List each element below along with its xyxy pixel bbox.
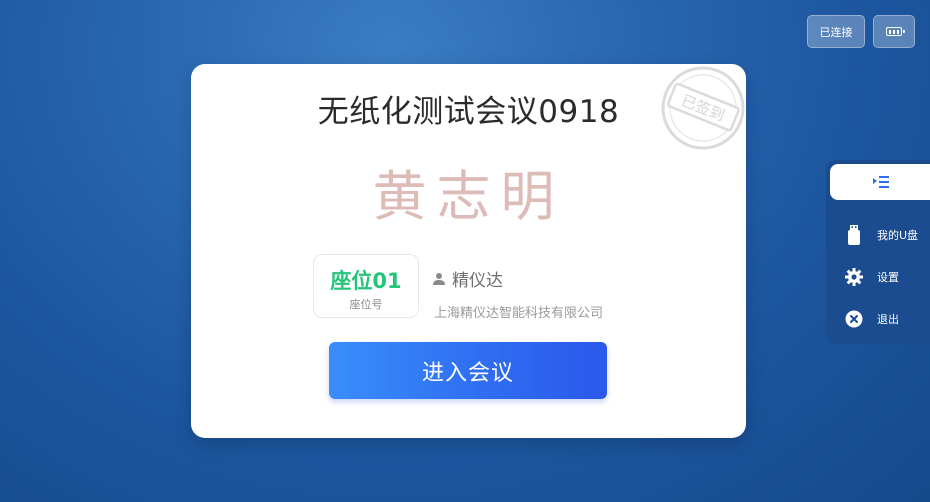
seat-number: 座位01 [330, 269, 402, 293]
gear-icon [843, 268, 865, 286]
battery-icon [886, 27, 905, 36]
battery-button[interactable] [873, 15, 915, 48]
menu-item-label: 我的U盘 [877, 229, 919, 242]
app-screen: 已连接 无纸化测试会议0918 已签到 黄志明 座位01 座位号 精仪达 上海精… [0, 0, 930, 502]
menu-item-label: 设置 [877, 271, 899, 284]
attendee-name: 精仪达 [452, 271, 503, 291]
menu-item-label: 退出 [877, 313, 899, 326]
menu-item-logout[interactable]: 退出 [826, 304, 930, 334]
menu-item-settings[interactable]: 设置 [826, 262, 930, 292]
seat-badge: 座位01 座位号 [313, 254, 419, 318]
menu-collapse-icon [873, 176, 889, 188]
close-circle-icon [843, 310, 865, 328]
usb-drive-icon [843, 225, 865, 245]
attendee-info: 精仪达 [432, 266, 503, 291]
company-name: 上海精仪达智能科技有限公司 [434, 306, 604, 321]
enter-meeting-button[interactable]: 进入会议 [329, 342, 607, 399]
side-menu: 我的U盘 设置 退出 [826, 160, 930, 344]
connection-status-button[interactable]: 已连接 [807, 15, 865, 48]
signed-in-stamp: 已签到 [661, 66, 745, 150]
handwritten-signature: 黄志明 [372, 165, 565, 228]
sign-in-card: 无纸化测试会议0918 已签到 黄志明 座位01 座位号 精仪达 上海精仪达智能… [191, 64, 746, 438]
side-menu-toggle[interactable] [830, 164, 930, 200]
connection-status-label: 已连接 [819, 25, 853, 39]
menu-item-usb-drive[interactable]: 我的U盘 [826, 220, 930, 250]
person-icon [433, 272, 445, 285]
seat-label: 座位号 [349, 298, 383, 311]
